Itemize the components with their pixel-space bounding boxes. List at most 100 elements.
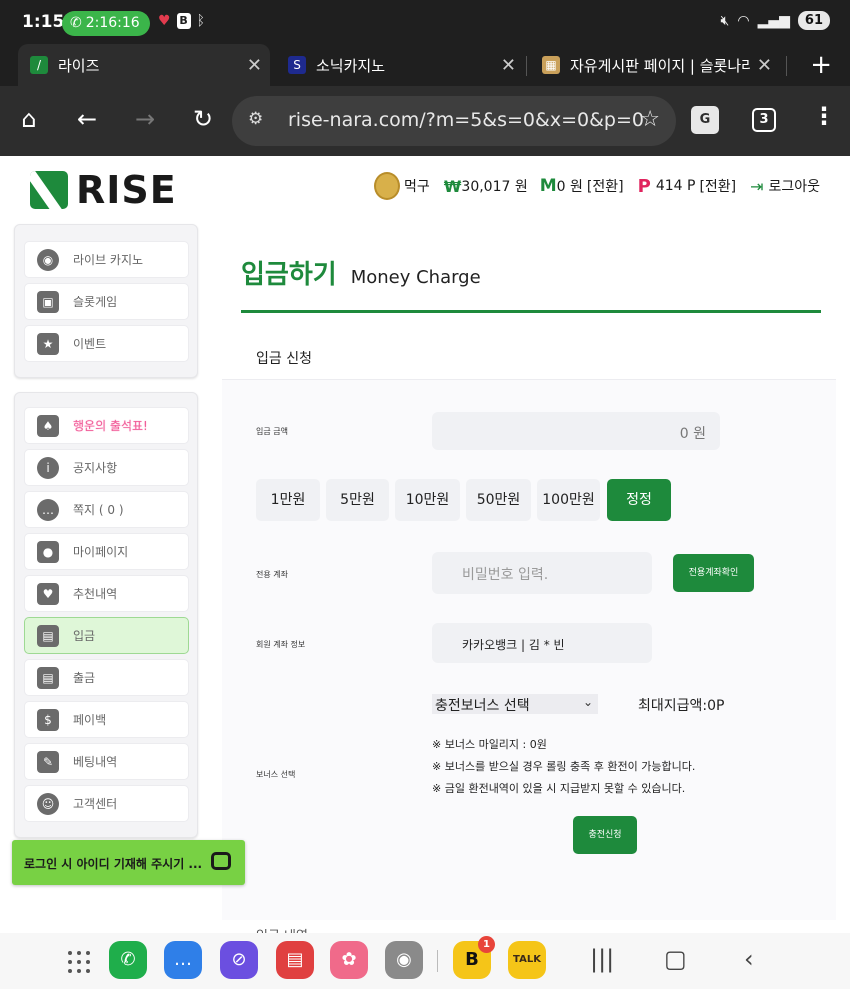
money-symbol: ₩	[443, 176, 462, 196]
bookmark-star-icon[interactable]: ☆	[640, 107, 660, 132]
sidebar-item-label: 라이브 카지노	[73, 253, 144, 267]
coins-icon: $	[37, 708, 59, 731]
home-icon[interactable]: ⌂	[14, 104, 44, 134]
sidebar-item-mypage[interactable]: ● 마이페이지	[24, 533, 189, 570]
sidebar-item-label: 페이백	[73, 713, 107, 727]
notes-app-icon[interactable]: ▤	[276, 941, 314, 979]
sidebar-item-referral[interactable]: ♥ 추천내역	[24, 575, 189, 612]
recents-button-icon[interactable]: |||	[590, 945, 614, 973]
sidebar-item-deposit[interactable]: ▤ 입금	[24, 617, 189, 654]
chat-banner-text: 로그인 시 아이디 기재해 주시기 ...	[24, 857, 203, 871]
tab-title: 라이즈	[58, 56, 100, 75]
sidebar-item-withdraw[interactable]: ▤ 출금	[24, 659, 189, 696]
app-drawer-icon[interactable]	[68, 951, 90, 973]
submit-charge-button[interactable]: 충전신청	[573, 816, 637, 854]
close-tab-icon[interactable]: ✕	[501, 55, 516, 76]
chip-500k-button[interactable]: 50만원	[466, 479, 531, 521]
back-button-icon[interactable]: ‹	[744, 945, 754, 973]
forward-icon[interactable]: →	[130, 104, 160, 134]
wifi-icon: ◠	[737, 12, 750, 29]
messages-app-icon[interactable]: …	[164, 941, 202, 979]
mileage-symbol: M	[539, 176, 557, 196]
ongoing-call-pill[interactable]: ✆ 2:16:16	[62, 11, 150, 36]
url-text[interactable]: rise-nara.com/?m=5&s=0&x=0&p=0	[288, 109, 644, 131]
bonus-select[interactable]: 충전보너스 선택 ⌄	[432, 694, 598, 714]
account-check-button[interactable]: 전용계좌확인	[673, 554, 754, 592]
calendar-icon: ♠	[37, 414, 59, 437]
chat-banner[interactable]: 로그인 시 아이디 기재해 주시기 ...	[12, 840, 245, 885]
dock-divider	[437, 950, 438, 972]
user-icon: ●	[37, 540, 59, 563]
sidebar-item-payback[interactable]: $ 페이백	[24, 701, 189, 738]
star-badge-icon: ★	[37, 332, 59, 355]
member-account-label: 회원 계좌 정보	[256, 640, 306, 649]
sidebar-item-notice[interactable]: i 공지사항	[24, 449, 189, 486]
site-logo[interactable]: RISE	[30, 168, 177, 212]
chip-100k-button[interactable]: 10만원	[395, 479, 460, 521]
home-button-icon[interactable]: ▢	[664, 945, 687, 973]
sidebar-item-messages[interactable]: … 쪽지 ( 0 )	[24, 491, 189, 528]
tab-sonic-casino[interactable]: S 소닉카지노 ✕	[276, 44, 524, 86]
chip-1m-button[interactable]: 100만원	[537, 479, 600, 521]
status-time: 1:15	[22, 12, 65, 32]
amount-input[interactable]: 0 원	[432, 412, 720, 450]
reset-amount-button[interactable]: 정정	[607, 479, 671, 521]
more-menu-icon[interactable]: ⋮	[812, 102, 836, 130]
chevron-down-icon: ⌄	[582, 695, 593, 709]
sidebar-item-slot-game[interactable]: ▣ 슬롯게임	[24, 283, 189, 320]
tab-rise[interactable]: / 라이즈 ✕	[18, 44, 270, 86]
sidebar-item-label: 행운의 출석표!	[73, 419, 148, 433]
casino-chips-icon: ◉	[37, 248, 59, 271]
camera-app-icon[interactable]: ◉	[385, 941, 423, 979]
bonus-note: ※ 보너스를 받으실 경우 롤링 충족 후 환전이 가능합니다.	[432, 760, 696, 773]
tab-divider	[786, 56, 787, 76]
sidebar-item-event[interactable]: ★ 이벤트	[24, 325, 189, 362]
sidebar-item-support[interactable]: ☺ 고객센터	[24, 785, 189, 822]
sidebar-item-label: 출금	[73, 671, 96, 685]
mileage-convert-link[interactable]: [전환]	[587, 176, 624, 196]
user-info: 먹구 ₩ 30,017 원 M 0 원 [전환] P 414 P [전환] ⇥ …	[374, 172, 820, 200]
sidebar-item-label: 베팅내역	[73, 755, 118, 769]
bonus-note: ※ 보너스 마일리지 : 0원	[432, 738, 547, 751]
password-input[interactable]: 비밀번호 입력.	[432, 552, 652, 594]
back-icon[interactable]: ←	[72, 104, 102, 134]
tab-switcher-button[interactable]: 3	[752, 108, 776, 132]
close-tab-icon[interactable]: ✕	[247, 55, 262, 76]
sidebar-item-live-casino[interactable]: ◉ 라이브 카지노	[24, 241, 189, 278]
heart-app-icon: ♥	[158, 13, 171, 29]
sidebar-item-betting-history[interactable]: ✎ 베팅내역	[24, 743, 189, 780]
chip-10k-button[interactable]: 1만원	[256, 479, 320, 521]
points-convert-link[interactable]: [전환]	[699, 176, 736, 196]
sidebar-item-attendance[interactable]: ♠ 행운의 출석표!	[24, 407, 189, 444]
logout-link[interactable]: 로그아웃	[769, 176, 821, 196]
user-nickname: 먹구	[404, 179, 430, 195]
sidebar-item-label: 슬롯게임	[73, 295, 118, 309]
phone-app-icon[interactable]: ✆	[109, 941, 147, 979]
heart-icon: ♥	[37, 582, 59, 605]
new-tab-icon[interactable]: +	[810, 50, 832, 80]
sidebar-item-label: 입금	[73, 629, 96, 643]
mute-icon: 🔇︎	[720, 12, 730, 29]
mileage-balance: 0 원	[556, 179, 583, 195]
ticket-icon: ✎	[37, 750, 59, 773]
browser-app-icon[interactable]: ⊘	[220, 941, 258, 979]
site-settings-icon[interactable]: ⚙	[248, 109, 263, 129]
page-title-korean: 입금하기	[241, 260, 337, 290]
close-tab-icon[interactable]: ✕	[757, 55, 772, 76]
kakaotalk-app-icon[interactable]: TALK	[508, 941, 546, 979]
chat-bubble-icon	[211, 852, 231, 870]
tab-title: 자유게시판 페이지 | 슬롯나라	[570, 56, 750, 75]
chip-50k-button[interactable]: 5만원	[326, 479, 389, 521]
reload-icon[interactable]: ↻	[188, 104, 218, 134]
money-balance: 30,017 원	[461, 179, 528, 195]
gallery-app-icon[interactable]: ✿	[330, 941, 368, 979]
tab-slotnara[interactable]: ▦ 자유게시판 페이지 | 슬롯나라 ✕	[530, 44, 780, 86]
status-bar: 1:15 ✆ 2:16:16 ♥ B ᛒ 🔇︎ ◠ ▂▄▆ 61	[0, 0, 850, 44]
address-bar[interactable]: ⚙ rise-nara.com/?m=5&s=0&x=0&p=0 ☆	[232, 96, 676, 146]
b-app-dock-icon[interactable]: B1	[453, 936, 495, 979]
logo-text: RISE	[76, 168, 177, 212]
bonus-notes: ※ 보너스 마일리지 : 0원 ※ 보너스를 받으실 경우 롤링 충족 후 환전…	[432, 734, 695, 800]
translate-icon[interactable]: G	[691, 106, 719, 134]
b-app-icon: B	[176, 13, 191, 29]
logout-icon[interactable]: ⇥	[750, 177, 763, 196]
